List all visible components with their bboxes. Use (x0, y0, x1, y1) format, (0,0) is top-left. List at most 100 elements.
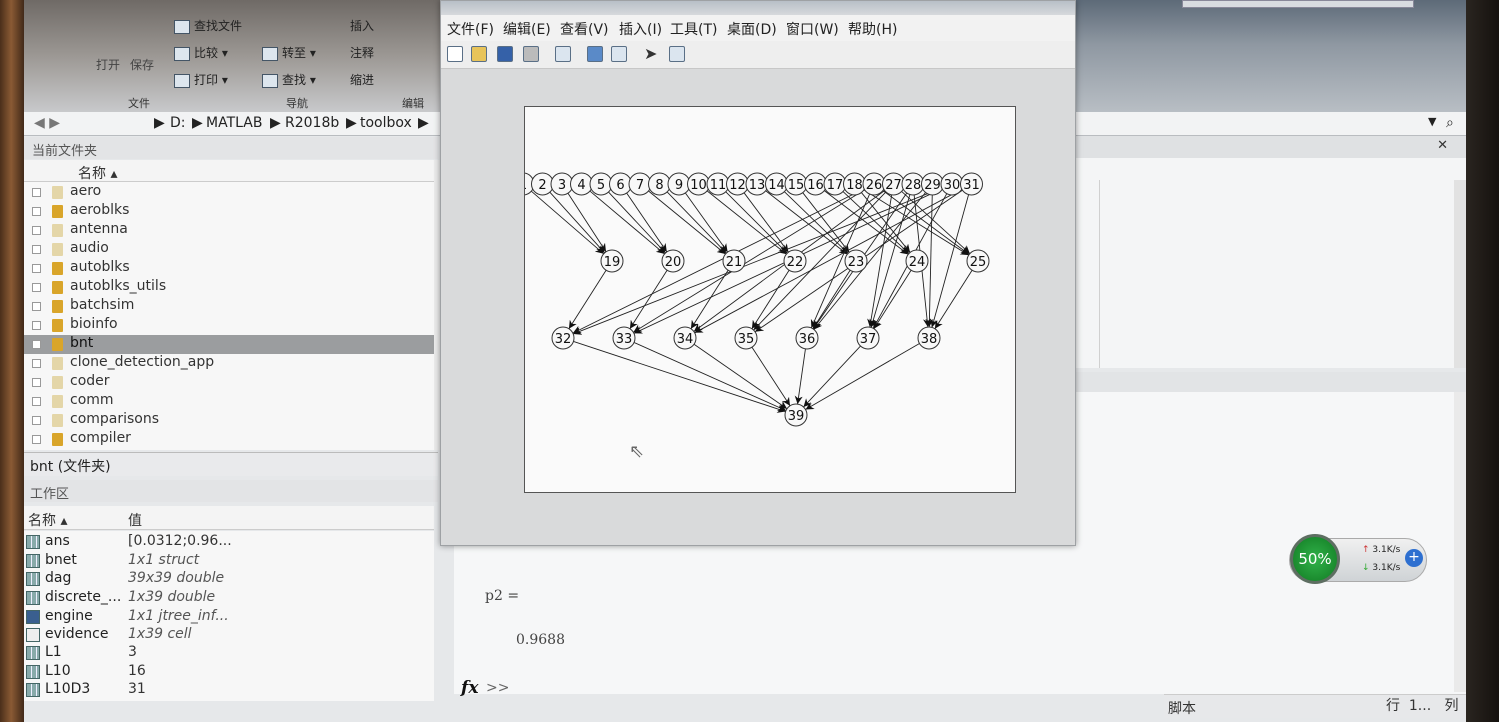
menu-file[interactable]: 文件(F) (447, 19, 494, 39)
menu-view[interactable]: 查看(V) (560, 19, 609, 39)
folder-item[interactable]: audio (24, 240, 434, 259)
folder-item[interactable]: comparisons (24, 411, 434, 430)
search-documentation-input[interactable] (1182, 0, 1414, 8)
menu-insert[interactable]: 插入(I) (619, 19, 662, 39)
folder-item[interactable]: compiler (24, 430, 434, 449)
search-icon[interactable]: ⌕ (1446, 115, 1454, 131)
expand-icon[interactable] (32, 188, 41, 197)
expand-icon[interactable] (32, 321, 41, 330)
folder-item[interactable]: clone_detection_app (24, 354, 434, 373)
open-button[interactable]: 打开 (96, 56, 120, 73)
folder-item[interactable]: coder (24, 373, 434, 392)
workspace-row[interactable]: evidence 1x39 cell (24, 626, 434, 644)
graph-node-label: 9 (675, 178, 683, 193)
figure-window[interactable]: 文件(F) 编辑(E) 查看(V) 插入(I) 工具(T) 桌面(D) 窗口(W… (440, 0, 1076, 546)
graph-edge (794, 348, 806, 405)
expand-icon[interactable] (32, 226, 41, 235)
colorbar-icon[interactable] (587, 46, 603, 62)
workspace-row[interactable]: L10D3 31 (24, 681, 434, 699)
pointer-icon[interactable]: ➤ (644, 44, 660, 63)
menu-desktop[interactable]: 桌面(D) (727, 19, 777, 39)
legend-icon[interactable] (611, 46, 627, 62)
find-files-button[interactable]: 查找文件 (174, 17, 242, 34)
comment-button[interactable]: 注释 (350, 44, 374, 61)
path-separator-icon: ▶ (192, 115, 203, 131)
ws-value-column-header[interactable]: 值 (128, 510, 142, 530)
var-value: 1x1 jtree_inf... (128, 608, 229, 624)
folder-item[interactable]: autoblks_utils (24, 278, 434, 297)
expand-icon[interactable] (32, 359, 41, 368)
folder-item[interactable]: antenna (24, 221, 434, 240)
save-button[interactable]: 保存 (130, 56, 154, 73)
workspace-row[interactable]: L10 16 (24, 663, 434, 681)
plus-icon[interactable]: + (1405, 549, 1423, 567)
property-editor-icon[interactable] (669, 46, 685, 62)
insert-button[interactable]: 插入 (350, 17, 374, 34)
name-column-header[interactable]: 名称 ▴ (78, 163, 117, 183)
close-icon[interactable]: ✕ (1437, 138, 1448, 153)
figure-axes[interactable]: 1234567891011121314151617182627282930311… (511, 106, 1016, 493)
goto-button[interactable]: 转至 ▾ (262, 44, 316, 61)
editor-panel[interactable] (1072, 136, 1468, 368)
expand-icon[interactable] (32, 416, 41, 425)
folder-item[interactable]: autoblks (24, 259, 434, 278)
print-button[interactable]: 打印 ▾ (174, 71, 228, 88)
graph-node-label: 19 (604, 255, 621, 270)
expand-icon[interactable] (32, 207, 41, 216)
address-dropdown-icon[interactable]: ▼ (1428, 115, 1436, 128)
indent-label: 缩进 (350, 73, 375, 87)
folder-item-selected[interactable]: bnt (24, 335, 434, 354)
folder-icon (52, 376, 63, 389)
fx-icon[interactable]: fx (461, 678, 478, 698)
command-prompt[interactable]: >> (486, 680, 509, 696)
compare-button[interactable]: 比较 ▾ (174, 44, 228, 61)
breadcrumb-matlab[interactable]: MATLAB (206, 115, 262, 131)
graph-node-label: 18 (846, 178, 863, 193)
matrix-icon (26, 572, 40, 586)
save-icon[interactable] (497, 46, 513, 62)
figure-title-bar[interactable] (441, 1, 1075, 15)
new-figure-icon[interactable] (447, 46, 463, 62)
path-separator-icon: ▶ (418, 115, 429, 131)
indent-button[interactable]: 缩进 (350, 71, 374, 88)
print-icon[interactable] (523, 46, 539, 62)
expand-icon[interactable] (32, 264, 41, 273)
memory-usage-badge[interactable]: 50% (1290, 534, 1340, 584)
workspace-row[interactable]: L1 3 (24, 644, 434, 662)
folder-item[interactable]: batchsim (24, 297, 434, 316)
folder-item[interactable]: aero (24, 183, 434, 202)
workspace-row[interactable]: discrete_... 1x39 double (24, 589, 434, 607)
figure-menubar: 文件(F) 编辑(E) 查看(V) 插入(I) 工具(T) 桌面(D) 窗口(W… (441, 15, 1075, 41)
folder-item[interactable]: bioinfo (24, 316, 434, 335)
goto-icon (262, 46, 278, 61)
workspace-row[interactable]: dag 39x39 double (24, 570, 434, 588)
folder-item[interactable]: aeroblks (24, 202, 434, 221)
breadcrumb-drive[interactable]: D: (170, 115, 186, 131)
menu-edit[interactable]: 编辑(E) (503, 19, 551, 39)
graph-node-label: 39 (788, 409, 805, 424)
expand-icon[interactable] (32, 340, 41, 349)
expand-icon[interactable] (32, 378, 41, 387)
breadcrumb-toolbox[interactable]: toolbox (360, 115, 412, 131)
back-arrow-icon[interactable]: ◀ ▶ (34, 115, 60, 131)
expand-icon[interactable] (32, 245, 41, 254)
menu-help[interactable]: 帮助(H) (848, 19, 897, 39)
expand-icon[interactable] (32, 283, 41, 292)
folder-item[interactable]: comm (24, 392, 434, 411)
expand-icon[interactable] (32, 435, 41, 444)
folder-name: bioinfo (70, 316, 118, 332)
open-file-icon[interactable] (471, 46, 487, 62)
menu-window[interactable]: 窗口(W) (786, 19, 839, 39)
ws-name-column-header[interactable]: 名称 ▴ (28, 510, 67, 530)
folder-name: comm (70, 392, 114, 408)
figure-toolbar: ➤ (441, 41, 1075, 69)
find-button[interactable]: 查找 ▾ (262, 71, 316, 88)
link-plot-icon[interactable] (555, 46, 571, 62)
breadcrumb-r2018b[interactable]: R2018b (285, 115, 339, 131)
workspace-row[interactable]: ans [0.0312;0.96... (24, 533, 434, 551)
menu-tools[interactable]: 工具(T) (670, 19, 717, 39)
expand-icon[interactable] (32, 397, 41, 406)
expand-icon[interactable] (32, 302, 41, 311)
workspace-row[interactable]: bnet 1x1 struct (24, 552, 434, 570)
workspace-row[interactable]: engine 1x1 jtree_inf... (24, 608, 434, 626)
